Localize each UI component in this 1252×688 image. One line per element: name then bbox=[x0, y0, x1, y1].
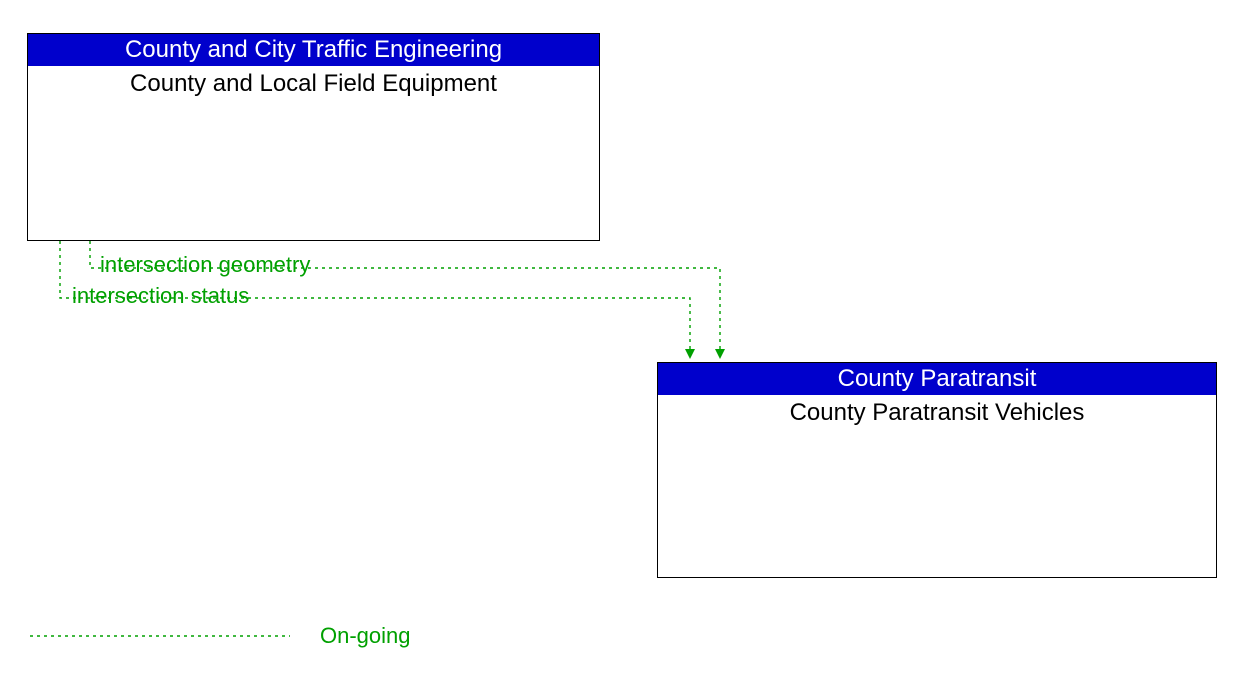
node-source-body: County and Local Field Equipment bbox=[28, 66, 599, 98]
node-target: County Paratransit County Paratransit Ve… bbox=[657, 362, 1217, 578]
diagram-stage: County and City Traffic Engineering Coun… bbox=[0, 0, 1252, 688]
node-target-body: County Paratransit Vehicles bbox=[658, 395, 1216, 427]
flow-label-intersection-geometry: intersection geometry bbox=[100, 252, 310, 278]
node-source: County and City Traffic Engineering Coun… bbox=[27, 33, 600, 241]
node-source-header: County and City Traffic Engineering bbox=[28, 34, 599, 66]
flow-label-intersection-status: intersection status bbox=[72, 283, 249, 309]
node-target-header: County Paratransit bbox=[658, 363, 1216, 395]
legend-ongoing-label: On-going bbox=[320, 623, 411, 649]
